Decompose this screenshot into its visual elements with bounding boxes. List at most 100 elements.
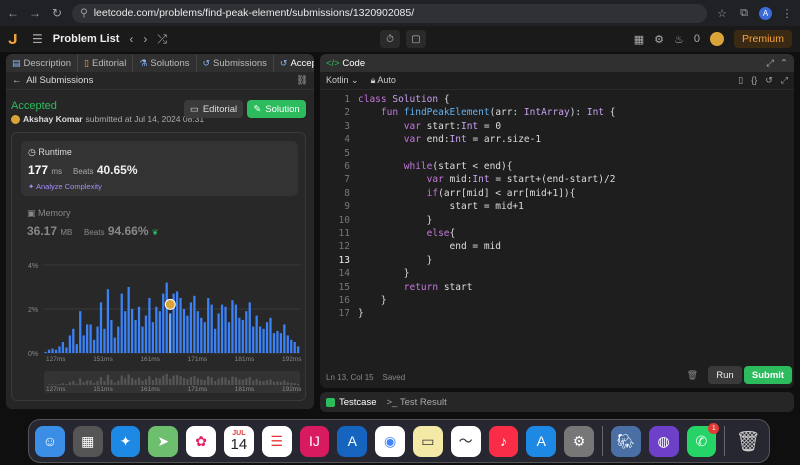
histogram-bar[interactable] [130,309,134,353]
next-problem-icon[interactable]: › [143,32,147,46]
range-overview[interactable] [44,371,300,393]
histogram-bar[interactable] [86,324,89,353]
prev-problem-icon[interactable]: ‹ [129,32,133,46]
maps-icon[interactable]: ➤ [148,425,179,457]
editorial-button[interactable]: ▭ Editorial [184,100,243,118]
histogram-bar[interactable] [248,302,251,353]
intellij-icon[interactable]: IJ [299,425,330,457]
analyze-complexity-link[interactable]: ✦ Analyze Complexity [28,182,102,191]
calendar-icon[interactable]: JUL 14 [223,425,254,457]
histogram-bar[interactable] [65,347,68,354]
notes-app-icon[interactable]: ▭ [412,425,443,457]
finder-icon[interactable]: ☺ [35,425,65,457]
histogram-bar[interactable] [75,344,78,353]
tab-testcase[interactable]: Testcase [326,397,377,408]
histogram-bar[interactable] [179,298,182,353]
histogram-bar[interactable] [262,328,265,353]
tab-editorial[interactable]: ▯ Editorial [78,54,134,72]
histogram-bar[interactable] [231,300,234,353]
histogram-bar[interactable] [286,335,289,353]
layout-icon[interactable]: ▦ [634,33,644,46]
histogram-bar[interactable] [238,317,241,353]
histogram-bar[interactable] [58,346,61,353]
histogram-bar[interactable] [96,326,99,353]
app-store-icon[interactable]: A [526,425,557,457]
histogram-bar[interactable] [245,311,248,353]
launchpad-icon[interactable]: ▦ [72,425,103,457]
histogram-bar[interactable] [293,342,296,353]
safari-icon[interactable]: ✦ [110,425,141,457]
histogram-bar[interactable] [141,326,144,353]
forward-icon[interactable]: → [28,6,42,20]
histogram-bar[interactable] [82,335,85,353]
histogram-bar[interactable] [241,320,244,353]
tab-submissions[interactable]: ↺ Submissions [197,54,274,72]
menu-icon[interactable]: ⋮ [780,7,794,20]
histogram-bar[interactable] [203,322,206,353]
histogram-bar[interactable] [272,333,276,353]
user-avatar[interactable] [709,32,724,46]
histogram-bar[interactable] [92,339,96,353]
reset-icon[interactable]: ↺ [765,75,773,86]
language-select[interactable]: Kotlin ⌄ [326,75,359,86]
histogram-bar[interactable] [234,304,238,353]
histogram-bar[interactable] [193,295,196,353]
all-submissions-link[interactable]: ← All Submissions [12,75,93,86]
histogram-bar[interactable] [265,322,269,353]
trash-bin-icon[interactable]: 🗑︎ [733,426,763,457]
leetcode-logo-icon[interactable]: ᒍ [8,32,22,47]
histogram-bar[interactable] [151,322,155,353]
histogram-bar[interactable] [99,302,103,353]
histogram-bar[interactable] [127,287,130,353]
system-settings-icon[interactable]: ⚙ [564,425,594,457]
tab-test-result[interactable]: >_ Test Result [387,397,447,408]
histogram-bar[interactable] [89,324,92,353]
histogram-bar[interactable] [47,349,51,353]
music-icon[interactable]: ♪ [488,425,519,457]
histogram-bar[interactable] [113,337,116,353]
back-icon[interactable]: ← [6,6,20,20]
reload-icon[interactable]: ↻ [50,6,64,20]
histogram-bar[interactable] [217,313,220,353]
tab-description[interactable]: ▤ Description [6,54,79,72]
shuffle-icon[interactable]: ⤮ [157,32,167,47]
submit-button[interactable]: Submit [744,366,792,384]
histogram-bar[interactable] [106,289,110,353]
histogram-bar[interactable] [227,322,231,353]
username[interactable]: Akshay Komar [23,114,83,124]
timer-icon[interactable]: ⏱ [380,30,400,48]
histogram-bar[interactable] [110,320,113,353]
histogram-bar[interactable] [117,326,120,353]
histogram-bar[interactable] [189,302,193,353]
histogram-bar[interactable] [207,298,210,353]
histogram-bar[interactable] [186,315,189,353]
histogram-bar[interactable] [44,351,47,353]
tab-solutions[interactable]: ⚗ Solutions [133,54,197,72]
freeform-icon[interactable]: 〜 [450,425,481,457]
premium-button[interactable]: Premium [733,30,792,48]
profile-avatar[interactable]: A [759,6,772,20]
histogram-bar[interactable] [283,324,286,353]
histogram-bar[interactable] [182,309,186,353]
collapse-icon[interactable]: ⌃ [780,58,788,69]
histogram-bar[interactable] [276,331,279,353]
trash-icon[interactable]: 🗑︎ [687,370,698,381]
streak-icon[interactable]: ♨ [674,33,684,46]
fullscreen-icon[interactable]: ⤢ [781,75,788,86]
histogram-bar[interactable] [200,317,203,353]
bookmark-icon[interactable]: ▯ [738,75,743,86]
histogram-bar[interactable] [137,306,141,353]
reminders-icon[interactable]: ☰ [261,425,292,457]
histogram-bar[interactable] [165,282,168,353]
histogram-bar[interactable] [148,298,151,353]
histogram-bar[interactable] [169,313,172,353]
memory-label[interactable]: ▣ Memory [27,208,71,219]
histogram-bar[interactable] [255,315,258,353]
histogram-bar[interactable] [158,311,161,353]
settings-icon[interactable]: ⚙ [654,33,664,46]
site-info-icon[interactable]: ⚲ [80,7,88,19]
chrome-icon[interactable]: ◉ [375,425,405,457]
notes-icon[interactable]: ▢ [406,30,426,48]
run-button[interactable]: Run [708,366,742,384]
histogram-bar[interactable] [279,333,283,353]
